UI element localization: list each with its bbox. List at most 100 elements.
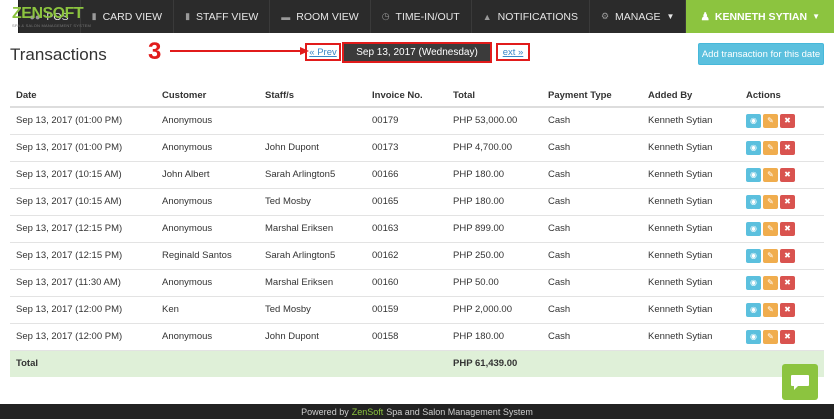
view-button[interactable]: ◉ [746, 221, 761, 236]
cell-added-by: Kenneth Sytian [642, 214, 740, 242]
cell-customer: Reginald Santos [156, 241, 259, 269]
view-button[interactable]: ◉ [746, 194, 761, 209]
eye-icon: ◉ [750, 305, 757, 314]
edit-button[interactable]: ✎ [763, 329, 778, 344]
user-name: KENNETH SYTIAN [714, 10, 808, 23]
trash-icon: ✖ [784, 224, 791, 233]
cell-payment-type: Cash [542, 268, 642, 296]
cell-total: PHP 50.00 [447, 268, 542, 296]
view-button[interactable]: ◉ [746, 248, 761, 263]
cell-total: PHP 4,700.00 [447, 133, 542, 161]
delete-button[interactable]: ✖ [780, 167, 795, 182]
nav-time-in-out-label: TIME-IN/OUT [395, 10, 460, 23]
next-day-link[interactable]: ext » [496, 43, 530, 61]
nav-time-in-out[interactable]: ◷ TIME-IN/OUT [371, 0, 472, 33]
cell-invoice: 00159 [366, 295, 447, 323]
eye-icon: ◉ [750, 224, 757, 233]
clock-icon: ◷ [381, 11, 390, 21]
nav-room-view[interactable]: ▬ ROOM VIEW [270, 0, 371, 33]
cell-customer: Ken [156, 295, 259, 323]
cell-invoice: 00173 [366, 133, 447, 161]
delete-button[interactable]: ✖ [780, 194, 795, 209]
nav-staff-view[interactable]: ▮ STAFF VIEW [174, 0, 271, 33]
cell-added-by: Kenneth Sytian [642, 160, 740, 188]
edit-button[interactable]: ✎ [763, 140, 778, 155]
view-button[interactable]: ◉ [746, 167, 761, 182]
edit-button[interactable]: ✎ [763, 248, 778, 263]
total-row: Total PHP 61,439.00 [10, 349, 824, 377]
header-invoice: Invoice No. [366, 84, 447, 108]
cell-customer: Anonymous [156, 187, 259, 215]
cell-date: Sep 13, 2017 (12:15 PM) [10, 241, 156, 269]
trash-icon: ✖ [784, 305, 791, 314]
delete-button[interactable]: ✖ [780, 221, 795, 236]
cell-date: Sep 13, 2017 (01:00 PM) [10, 106, 156, 134]
cell-invoice: 00163 [366, 214, 447, 242]
chat-widget-button[interactable] [782, 364, 818, 400]
view-button[interactable]: ◉ [746, 302, 761, 317]
card-icon: ▮ [91, 11, 97, 21]
cell-payment-type: Cash [542, 295, 642, 323]
footer-brand-link[interactable]: ZenSoft [352, 407, 384, 417]
cell-payment-type: Cash [542, 160, 642, 188]
delete-button[interactable]: ✖ [780, 248, 795, 263]
annotation-number: 3 [148, 38, 162, 65]
add-transaction-button[interactable]: Add transaction for this date [698, 43, 824, 65]
cell-invoice: 00166 [366, 160, 447, 188]
trash-icon: ✖ [784, 116, 791, 126]
view-button[interactable]: ◉ [746, 329, 761, 344]
cell-added-by: Kenneth Sytian [642, 322, 740, 350]
header-staff: Staff/s [259, 84, 366, 108]
header-customer: Customer [156, 84, 259, 108]
edit-button[interactable]: ✎ [763, 113, 778, 128]
cell-total: PHP 2,000.00 [447, 295, 542, 323]
nav-room-view-label: ROOM VIEW [296, 10, 359, 23]
view-button[interactable]: ◉ [746, 275, 761, 290]
nav-staff-view-label: STAFF VIEW [196, 10, 259, 23]
cell-total: PHP 53,000.00 [447, 106, 542, 134]
user-icon: ♟ [700, 10, 710, 23]
cell-added-by: Kenneth Sytian [642, 187, 740, 215]
nav-manage[interactable]: ⚙ MANAGE ▼ [590, 0, 687, 33]
pencil-icon: ✎ [767, 143, 774, 152]
eye-icon: ◉ [750, 170, 757, 179]
user-menu[interactable]: ♟ KENNETH SYTIAN ▼ [686, 0, 834, 33]
delete-button[interactable]: ✖ [780, 113, 795, 128]
pencil-icon: ✎ [767, 251, 774, 260]
edit-button[interactable]: ✎ [763, 221, 778, 236]
view-button[interactable]: ◉ [746, 113, 761, 128]
total-label: Total [10, 349, 156, 377]
edit-button[interactable]: ✎ [763, 194, 778, 209]
nav-notifications-label: NOTIFICATIONS [497, 10, 578, 23]
cell-actions: ◉ ✎ ✖ [740, 106, 824, 134]
nav-card-view[interactable]: ▮ CARD VIEW [81, 0, 175, 33]
cell-customer: John Albert [156, 160, 259, 188]
delete-button[interactable]: ✖ [780, 302, 795, 317]
table-row: Sep 13, 2017 (12:00 PM) Anonymous John Dup… [10, 322, 824, 350]
cell-invoice: 00165 [366, 187, 447, 215]
cell-total: PHP 250.00 [447, 241, 542, 269]
logo-text: ZENSOFT [12, 5, 84, 22]
edit-button[interactable]: ✎ [763, 302, 778, 317]
edit-button[interactable]: ✎ [763, 275, 778, 290]
delete-button[interactable]: ✖ [780, 329, 795, 344]
prev-day-link[interactable]: « Prev [305, 43, 341, 61]
cell-total: PHP 180.00 [447, 160, 542, 188]
footer-prefix: Powered by [301, 406, 349, 417]
brand-logo[interactable]: ZENSOFT SPA & SALON MANAGEMENT SYSTEM [0, 0, 91, 33]
cell-customer: Anonymous [156, 214, 259, 242]
nav-notifications[interactable]: ▲ NOTIFICATIONS [472, 0, 590, 33]
trash-icon: ✖ [784, 332, 791, 341]
table-row: Sep 13, 2017 (01:00 PM) Anonymous John Dup… [10, 133, 824, 161]
cell-actions: ◉ ✎ ✖ [740, 187, 824, 215]
table-row: Sep 13, 2017 (10:15 AM) John Albert Sarah … [10, 160, 824, 188]
pencil-icon: ✎ [767, 305, 774, 314]
delete-button[interactable]: ✖ [780, 275, 795, 290]
cell-staff [259, 106, 366, 134]
cell-total: PHP 899.00 [447, 214, 542, 242]
delete-button[interactable]: ✖ [780, 140, 795, 155]
edit-button[interactable]: ✎ [763, 167, 778, 182]
cell-total: PHP 180.00 [447, 322, 542, 350]
view-button[interactable]: ◉ [746, 140, 761, 155]
cell-added-by: Kenneth Sytian [642, 133, 740, 161]
